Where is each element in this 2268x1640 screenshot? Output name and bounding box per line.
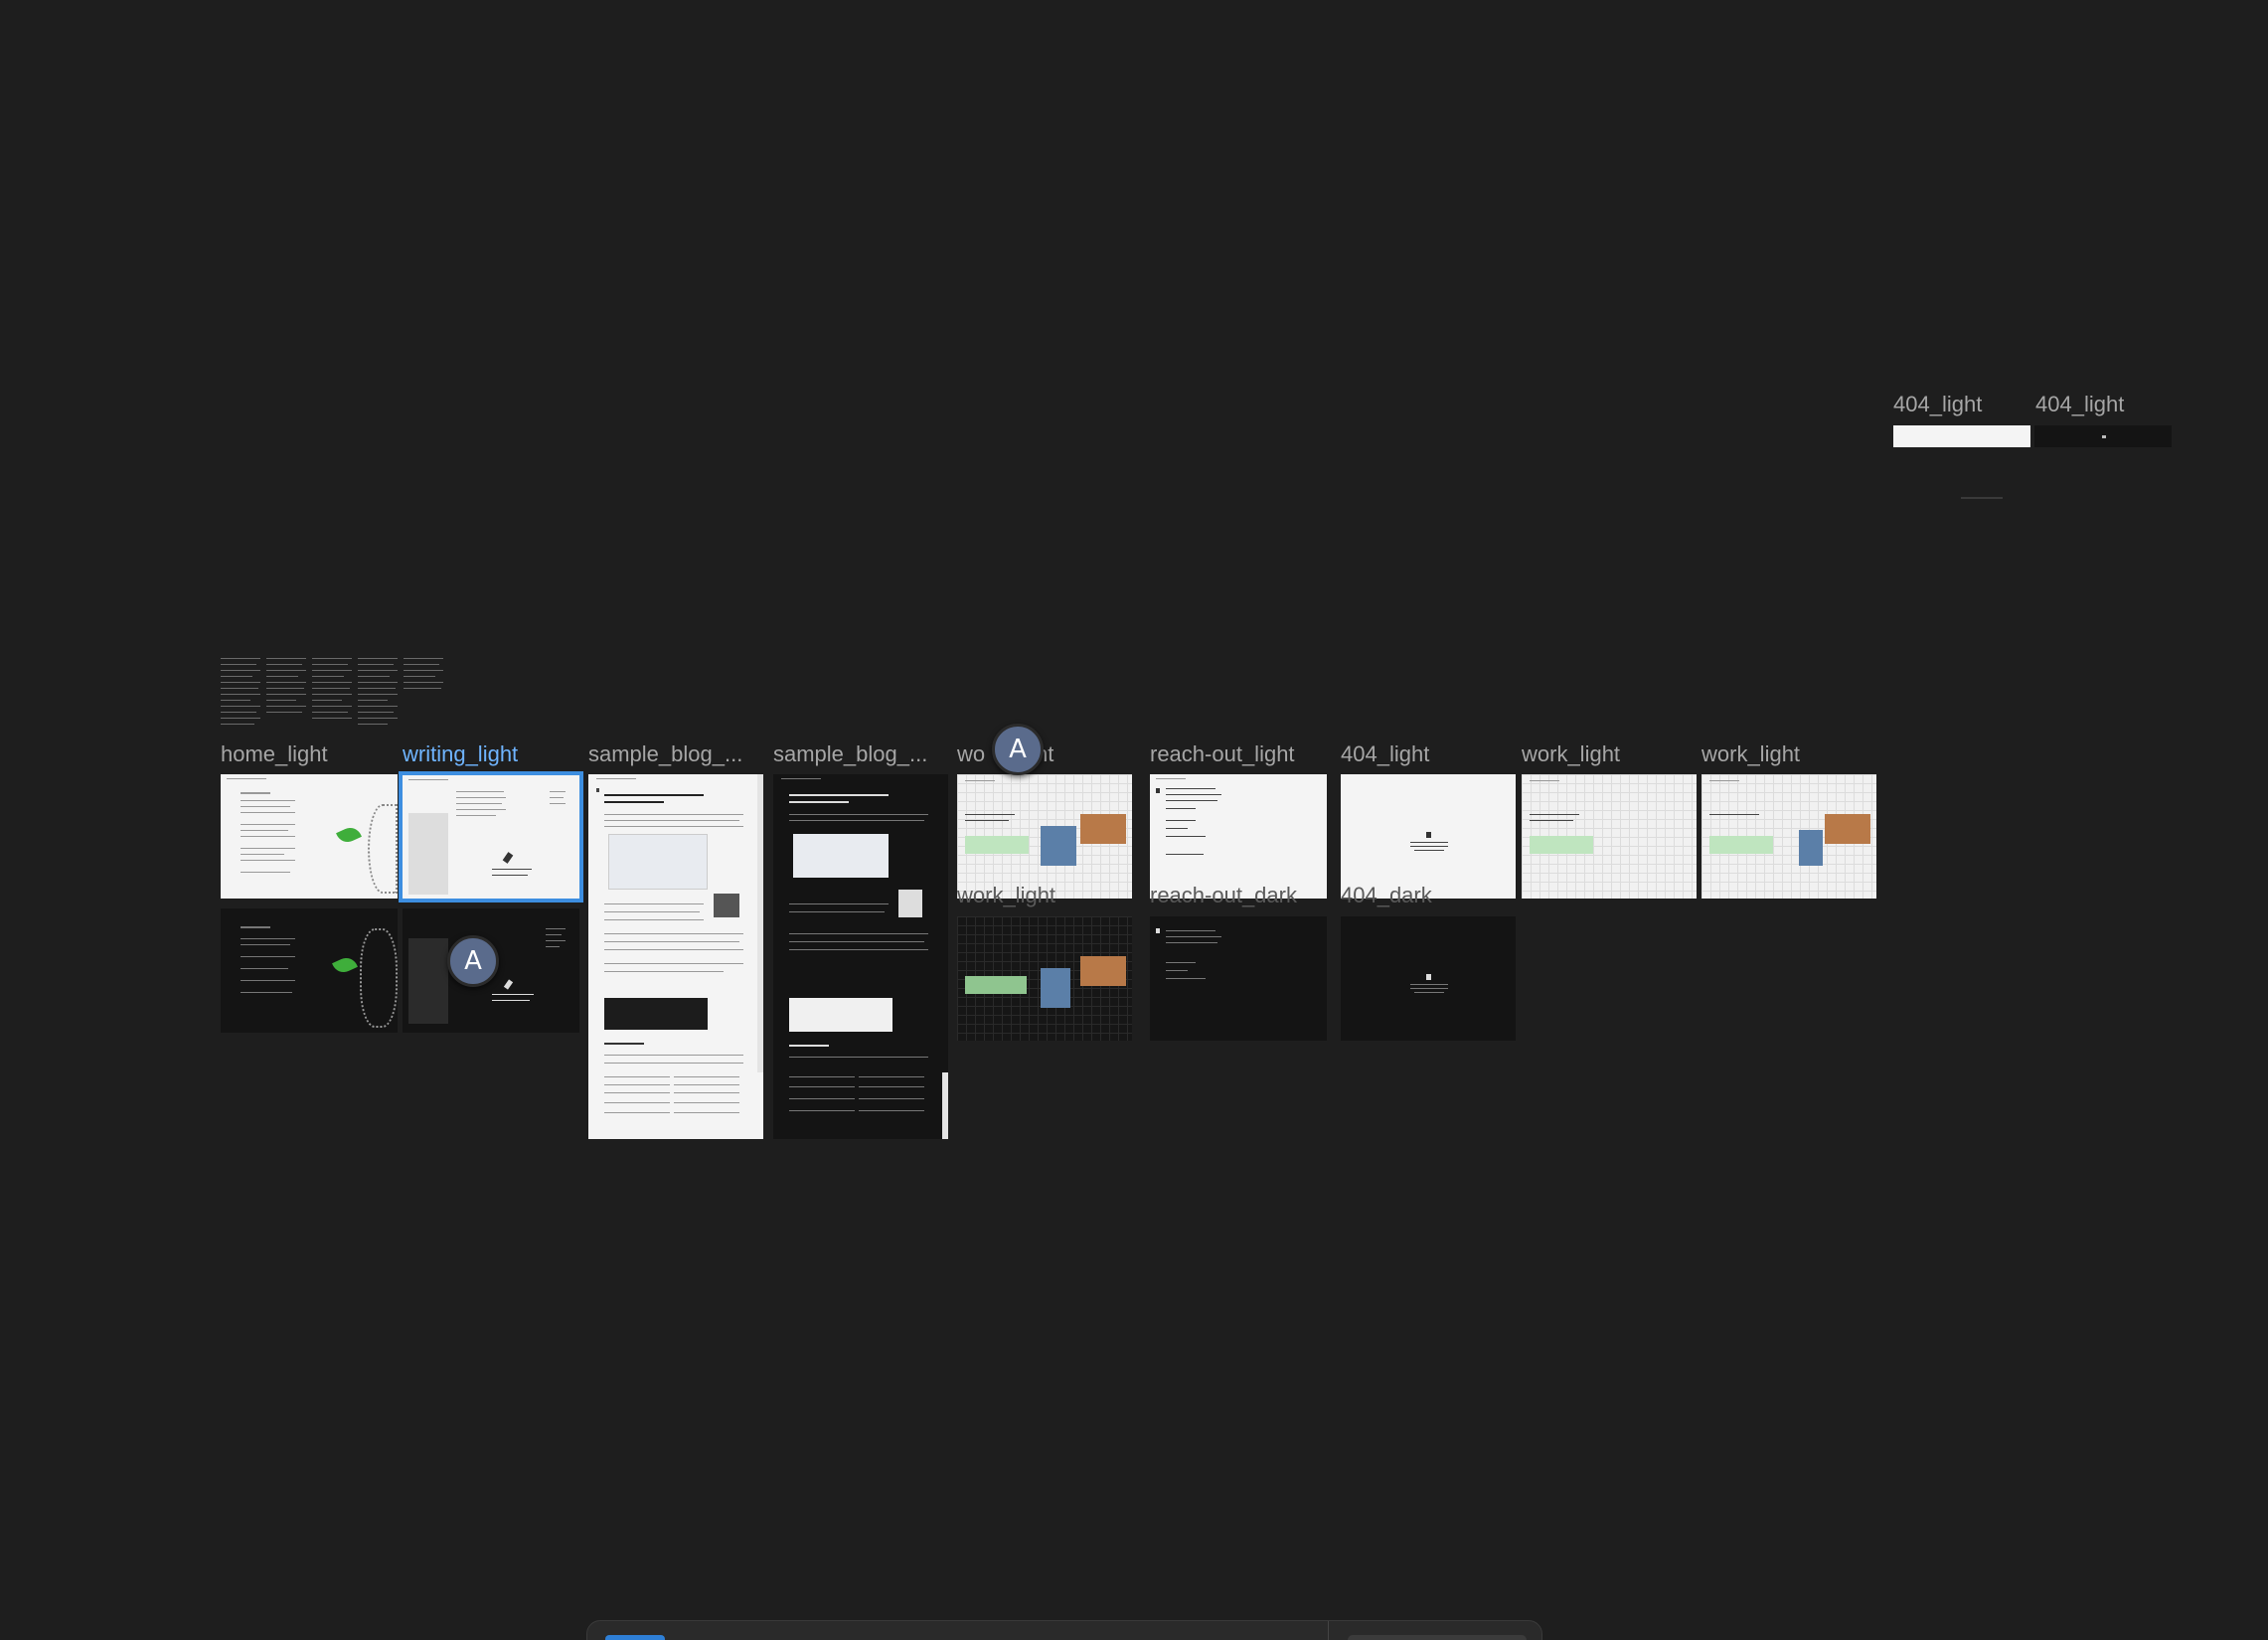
frame-work-light[interactable] xyxy=(957,774,1132,899)
frame-label-404-dark[interactable]: 404_dark xyxy=(1341,883,1516,908)
design-canvas[interactable]: 404_light 404_light home_light writing_l… xyxy=(0,0,2268,1640)
frame-404-light-a[interactable] xyxy=(1893,425,2030,447)
frame-label-sample-blog-1[interactable]: sample_blog_... xyxy=(588,741,763,767)
collaborator-avatar[interactable]: A xyxy=(992,724,1044,775)
frame-404-light[interactable] xyxy=(1341,774,1516,899)
frame-label-work-light-a[interactable]: wo xyxy=(957,741,997,767)
frame-home-light[interactable] xyxy=(221,774,398,899)
frame-work-dark[interactable] xyxy=(957,916,1132,1041)
mini-text-frames xyxy=(221,656,451,736)
collaborator-avatar[interactable]: A xyxy=(447,935,499,987)
frame-work-light-3[interactable] xyxy=(1701,774,1876,899)
frame-label-sample-blog-2[interactable]: sample_blog_... xyxy=(773,741,948,767)
frame-label-home-light[interactable]: home_light xyxy=(221,741,396,767)
frame-404-light-b[interactable] xyxy=(2034,425,2172,447)
frame-sample-blog-2[interactable] xyxy=(773,774,948,1139)
frame-label-404-light-a[interactable]: 404_light xyxy=(1893,392,2032,417)
frame-reach-out-light[interactable] xyxy=(1150,774,1327,899)
toolbar-active-tool[interactable] xyxy=(605,1635,665,1640)
toolbar-divider xyxy=(1328,1621,1329,1640)
toolbar-zoom-control[interactable] xyxy=(1348,1635,1527,1640)
frame-label-work-light-3[interactable]: work_light xyxy=(1701,741,1876,767)
frame-label-writing-light[interactable]: writing_light xyxy=(403,741,581,767)
frame-label-404-light-b[interactable]: 404_light xyxy=(2035,392,2175,417)
frame-label-work-light-overlap[interactable]: work_light xyxy=(957,883,1132,908)
frame-home-dark[interactable] xyxy=(221,908,398,1033)
frame-sample-blog-1[interactable] xyxy=(588,774,763,1139)
frame-reach-out-dark[interactable] xyxy=(1150,916,1327,1041)
frame-label-reach-out-light[interactable]: reach-out_light xyxy=(1150,741,1329,767)
bottom-toolbar[interactable] xyxy=(586,1620,1542,1640)
frame-label-reach-out-dark[interactable]: reach-out_dark xyxy=(1150,883,1325,908)
frame-work-light-2[interactable] xyxy=(1522,774,1697,899)
frame-label-work-light-2[interactable]: work_light xyxy=(1522,741,1697,767)
frame-404-dark[interactable] xyxy=(1341,916,1516,1041)
frame-writing-light[interactable] xyxy=(399,771,583,902)
frame-label-404-light[interactable]: 404_light xyxy=(1341,741,1516,767)
stray-mark xyxy=(1961,497,2003,499)
